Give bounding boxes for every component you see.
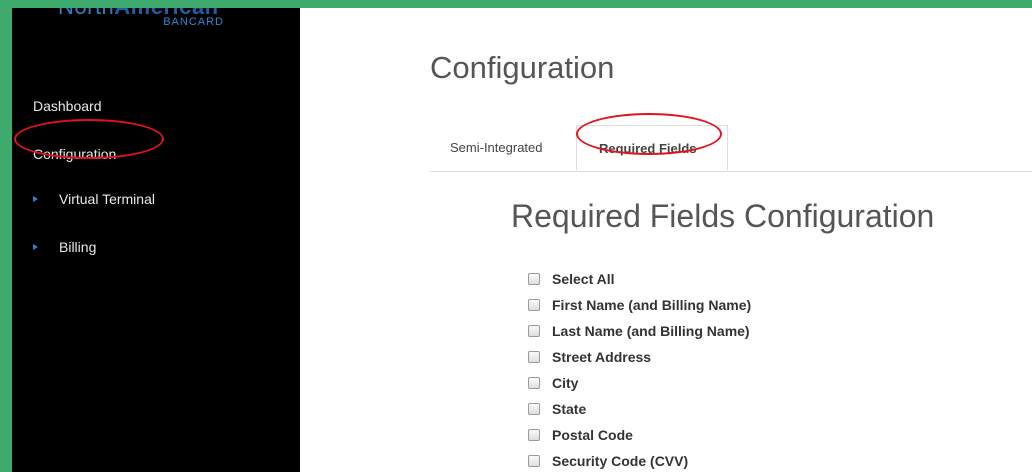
sidebar-item-virtual-terminal[interactable]: Virtual Terminal — [33, 191, 155, 207]
sidebar-item-label: Billing — [59, 239, 97, 255]
brand-name-part1: North — [58, 8, 114, 19]
section-title: Required Fields Configuration — [511, 198, 935, 234]
street-address-checkbox[interactable] — [528, 351, 540, 363]
sidebar-item-label: Virtual Terminal — [59, 191, 155, 207]
field-label: Security Code (CVV) — [552, 453, 689, 469]
brand-logo[interactable]: NorthAmerican BANCARD — [58, 8, 228, 38]
field-label: Select All — [552, 271, 615, 287]
first-name-checkbox[interactable] — [528, 299, 540, 311]
city-checkbox[interactable] — [528, 377, 540, 389]
tab-semi-integrated[interactable]: Semi-Integrated — [430, 125, 576, 170]
page-title: Configuration — [430, 50, 615, 85]
sidebar-item-billing[interactable]: Billing — [33, 239, 96, 255]
bullet-icon — [33, 196, 38, 203]
tab-bar: Semi-Integrated Required Fields — [430, 125, 1032, 172]
field-label: Postal Code — [552, 427, 633, 443]
bullet-icon — [33, 244, 38, 251]
field-label: Last Name (and Billing Name) — [552, 323, 750, 339]
postal-code-checkbox[interactable] — [528, 429, 540, 441]
security-code-checkbox[interactable] — [528, 455, 540, 467]
field-label: State — [552, 401, 587, 417]
last-name-checkbox[interactable] — [528, 325, 540, 337]
sidebar: NorthAmerican BANCARD Dashboard Configur… — [12, 8, 300, 472]
sidebar-item-configuration[interactable]: Configuration — [33, 146, 116, 162]
field-label: City — [552, 375, 579, 391]
field-label: First Name (and Billing Name) — [552, 297, 752, 313]
field-label: Street Address — [552, 349, 652, 365]
state-checkbox[interactable] — [528, 403, 540, 415]
main-content: Configuration Semi-Integrated Required F… — [300, 8, 1032, 472]
tab-required-fields[interactable]: Required Fields — [576, 125, 728, 171]
sidebar-item-dashboard[interactable]: Dashboard — [33, 98, 102, 114]
brand-logo-sub: BANCARD — [163, 16, 224, 28]
select-all-checkbox[interactable] — [528, 273, 540, 285]
